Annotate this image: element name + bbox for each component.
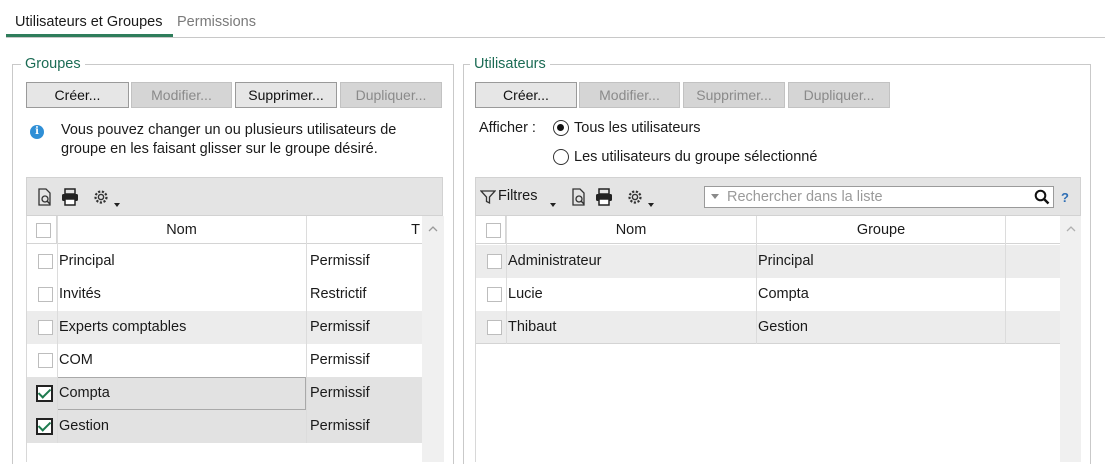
tab-bar: Utilisateurs et Groupes Permissions	[6, 8, 1105, 38]
groups-header-select-cell	[27, 216, 57, 244]
users-vertical-scrollbar[interactable]	[1060, 216, 1081, 462]
user-group: Principal	[758, 253, 814, 269]
group-type: Permissif	[310, 253, 370, 269]
search-input[interactable]	[725, 187, 1025, 207]
radio-all-users[interactable]	[553, 120, 569, 136]
user-group: Compta	[758, 286, 809, 302]
table-row[interactable]: Lucie Compta	[476, 278, 1060, 311]
users-select-all-checkbox[interactable]	[486, 223, 501, 238]
row-checkbox[interactable]	[38, 320, 53, 335]
show-label: Afficher :	[479, 120, 536, 136]
users-table-header: Nom Groupe	[476, 216, 1060, 244]
row-checkbox[interactable]	[38, 254, 53, 269]
groups-info-text: Vous pouvez changer un ou plusieurs util…	[61, 122, 397, 157]
preview-icon[interactable]	[35, 187, 55, 207]
groups-create-button[interactable]: Créer...	[26, 82, 129, 108]
search-box	[704, 186, 1054, 208]
user-group: Gestion	[758, 319, 808, 335]
table-row[interactable]: Administrateur Principal	[476, 245, 1060, 278]
help-icon[interactable]: ?	[1061, 190, 1069, 205]
scroll-up-icon[interactable]	[428, 224, 438, 234]
groups-table: Nom T Principal Permissif Invités Restri…	[26, 216, 444, 462]
groups-select-all-checkbox[interactable]	[36, 223, 51, 238]
user-name: Thibaut	[508, 319, 557, 335]
row-checkbox[interactable]	[36, 385, 53, 402]
users-modify-button[interactable]: Modifier...	[579, 82, 680, 108]
group-name: COM	[59, 352, 93, 368]
table-row[interactable]: COM Permissif	[27, 344, 422, 377]
row-checkbox[interactable]	[38, 353, 53, 368]
groups-delete-button[interactable]: Supprimer...	[235, 82, 337, 108]
settings-gear-icon[interactable]	[625, 187, 645, 207]
group-name: Principal	[59, 253, 115, 269]
users-duplicate-button[interactable]: Dupliquer...	[788, 82, 890, 108]
users-create-button[interactable]: Créer...	[475, 82, 577, 108]
users-table: Nom Groupe Administrateur Principal Luci…	[475, 216, 1081, 462]
users-header-group[interactable]: Groupe	[757, 216, 1006, 244]
print-icon[interactable]	[594, 187, 614, 207]
tab-users-groups[interactable]: Utilisateurs et Groupes	[15, 14, 162, 30]
group-type: Permissif	[310, 385, 370, 401]
filters-dropdown-caret-icon[interactable]	[550, 203, 556, 207]
row-checkbox[interactable]	[487, 320, 502, 335]
row-checkbox[interactable]	[487, 287, 502, 302]
column-divider	[756, 216, 757, 344]
filter-icon[interactable]	[480, 189, 496, 205]
users-delete-button[interactable]: Supprimer...	[683, 82, 785, 108]
group-name: Invités	[59, 286, 101, 302]
row-checkbox[interactable]	[487, 254, 502, 269]
tab-permissions[interactable]: Permissions	[177, 14, 256, 30]
table-row[interactable]: Experts comptables Permissif	[27, 311, 422, 344]
filters-label[interactable]: Filtres	[498, 188, 537, 204]
search-icon[interactable]	[1034, 189, 1050, 205]
preview-icon[interactable]	[569, 187, 589, 207]
radio-all-users-label[interactable]: Tous les utilisateurs	[574, 120, 701, 136]
settings-dropdown-caret-icon[interactable]	[114, 203, 120, 207]
group-name: Experts comptables	[59, 319, 187, 335]
scroll-up-icon[interactable]	[1066, 224, 1076, 234]
groups-table-header: Nom T	[27, 216, 422, 244]
column-divider	[1005, 216, 1006, 344]
users-toolbar: Filtres ?	[475, 177, 1081, 216]
group-name: Compta	[59, 385, 110, 401]
users-header-select-cell	[476, 216, 506, 244]
user-name: Administrateur	[508, 253, 602, 269]
active-tab-indicator	[6, 34, 173, 37]
table-row[interactable]: Gestion Permissif	[27, 410, 422, 443]
column-divider	[57, 216, 58, 443]
radio-group-users[interactable]	[553, 149, 569, 165]
radio-group-users-label[interactable]: Les utilisateurs du groupe sélectionné	[574, 149, 817, 165]
groups-header-type[interactable]: T	[307, 216, 422, 244]
column-divider	[506, 216, 507, 344]
column-divider	[306, 216, 307, 443]
groups-legend: Groupes	[21, 56, 85, 72]
groups-header-name[interactable]: Nom	[57, 216, 307, 244]
table-row[interactable]: Principal Permissif	[27, 245, 422, 278]
groups-toolbar	[26, 177, 443, 216]
groups-duplicate-button[interactable]: Dupliquer...	[340, 82, 442, 108]
table-row[interactable]: Invités Restrictif	[27, 278, 422, 311]
groups-modify-button[interactable]: Modifier...	[131, 82, 232, 108]
group-type: Permissif	[310, 319, 370, 335]
user-name: Lucie	[508, 286, 543, 302]
group-type: Permissif	[310, 418, 370, 434]
search-dropdown-caret-icon[interactable]	[711, 194, 719, 200]
table-row[interactable]: Compta Permissif	[27, 377, 422, 410]
users-header-name[interactable]: Nom	[506, 216, 757, 244]
groups-vertical-scrollbar[interactable]	[422, 216, 444, 462]
settings-gear-icon[interactable]	[91, 187, 111, 207]
row-checkbox[interactable]	[36, 418, 53, 435]
users-legend: Utilisateurs	[470, 56, 550, 72]
group-name: Gestion	[59, 418, 109, 434]
table-row[interactable]: Thibaut Gestion	[476, 311, 1060, 344]
group-type: Restrictif	[310, 286, 367, 302]
group-type: Permissif	[310, 352, 370, 368]
info-icon: i	[30, 125, 44, 139]
row-checkbox[interactable]	[38, 287, 53, 302]
settings-dropdown-caret-icon[interactable]	[648, 203, 654, 207]
print-icon[interactable]	[60, 187, 80, 207]
